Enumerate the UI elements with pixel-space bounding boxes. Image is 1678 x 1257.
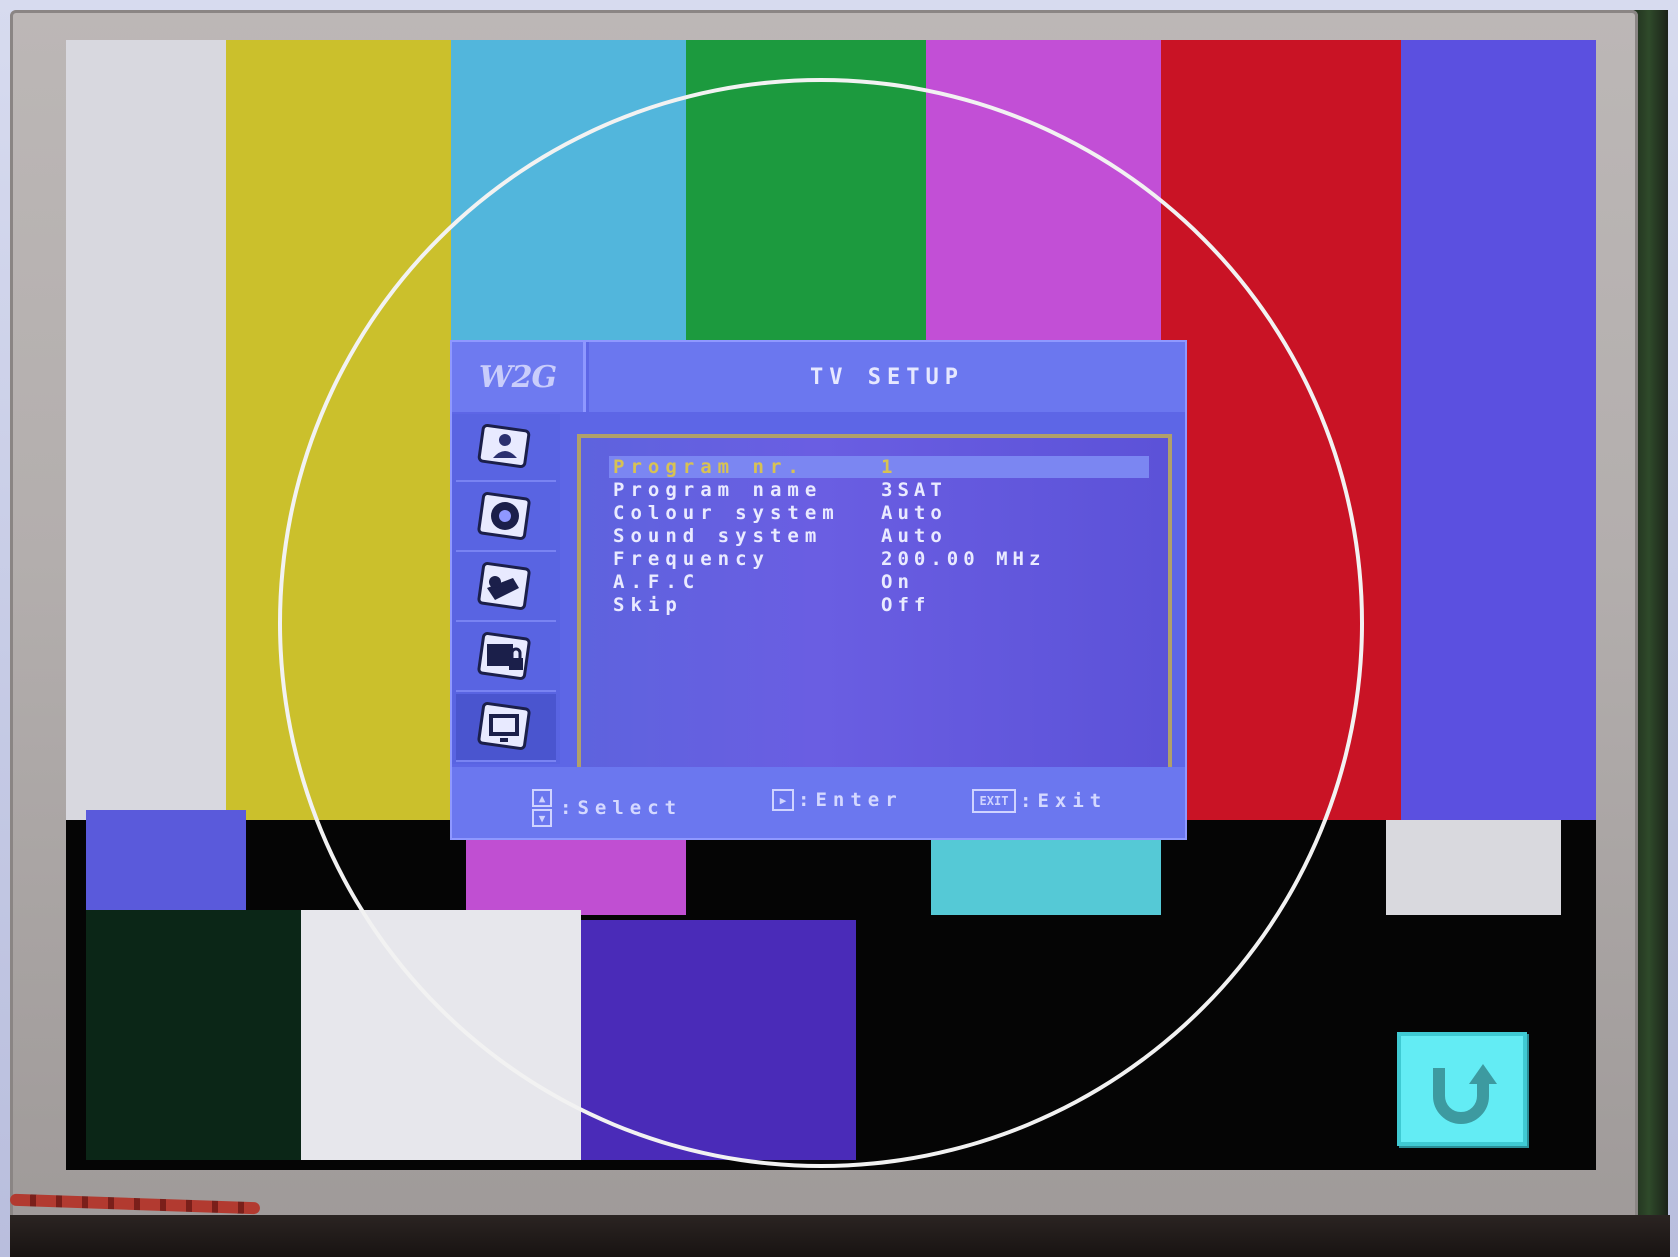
setting-label: Program nr. [613,456,805,478]
setting-row-program-nr[interactable]: Program nr. 1 [609,456,1149,478]
down-arrow-icon: ▼ [532,809,552,827]
strip-blue [86,810,246,910]
menu-title-bar: TV SETUP [589,342,1185,412]
right-arrow-icon: ▶ [772,789,794,811]
up-down-keys: ▲ ▼ [532,789,556,827]
menu-sidebar [452,414,560,764]
setting-value: On [881,571,914,593]
return-arrow-icon [1433,1064,1497,1124]
menu-title: TV SETUP [810,364,964,390]
tools-icon [477,562,531,610]
setting-row-afc[interactable]: A.F.C On [609,571,1149,593]
strip-white [1386,820,1561,915]
setting-row-sound-system[interactable]: Sound system Auto [609,525,1149,547]
return-button[interactable] [1397,1032,1527,1146]
lock-icon [477,632,531,680]
setting-label: Sound system [613,525,823,547]
setting-row-colour-system[interactable]: Colour system Auto [609,502,1149,524]
setting-value: Auto [881,502,947,524]
brand-logo: W2G [452,342,586,412]
footer-exit-hint: EXIT :Exit [972,789,1107,813]
setting-value: 200.00 MHz [881,548,1046,570]
block-dark-green [86,910,301,1160]
setting-label: Colour system [613,502,840,524]
sidebar-item-sound[interactable] [456,484,556,552]
setting-label: A.F.C [613,571,701,593]
setting-value: Off [881,594,931,616]
tv-setup-menu: W2G TV SETUP Program nr. 1 Program name … [450,340,1187,840]
sidebar-item-lock[interactable] [456,624,556,692]
bar-blue [1401,40,1596,820]
sidebar-item-picture[interactable] [456,414,556,482]
setting-label: Program name [613,479,823,501]
picture-icon [477,423,531,469]
footer-select-hint: ▲ ▼ :Select [532,789,682,827]
footer-enter-hint: ▶ :Enter [772,789,903,811]
sidebar-item-tools[interactable] [456,554,556,622]
setting-value: Auto [881,525,947,547]
up-arrow-icon: ▲ [532,789,552,807]
footer-enter-label: :Enter [798,789,903,811]
menu-footer: ▲ ▼ :Select ▶ :Enter EXIT :Exit [452,767,1185,838]
exit-key-icon: EXIT [972,789,1016,813]
sound-icon [477,492,531,540]
setting-row-program-name[interactable]: Program name 3SAT [609,479,1149,501]
setting-row-skip[interactable]: Skip Off [609,594,1149,616]
monitor-bottom-edge [10,1215,1670,1257]
sidebar-item-tv-setup[interactable] [456,694,556,762]
setting-row-frequency[interactable]: Frequency 200.00 MHz [609,548,1149,570]
setting-value: 3SAT [881,479,947,501]
tv-setup-icon [477,702,531,750]
setting-value: 1 [881,456,898,478]
footer-exit-label: :Exit [1020,790,1108,812]
footer-select-label: :Select [560,797,683,819]
monitor-screen: W2G TV SETUP Program nr. 1 Program name … [66,40,1596,1170]
setting-label: Skip [613,594,683,616]
bar-white [66,40,226,820]
setting-label: Frequency [613,548,770,570]
settings-panel: Program nr. 1 Program name 3SAT Colour s… [577,434,1172,792]
